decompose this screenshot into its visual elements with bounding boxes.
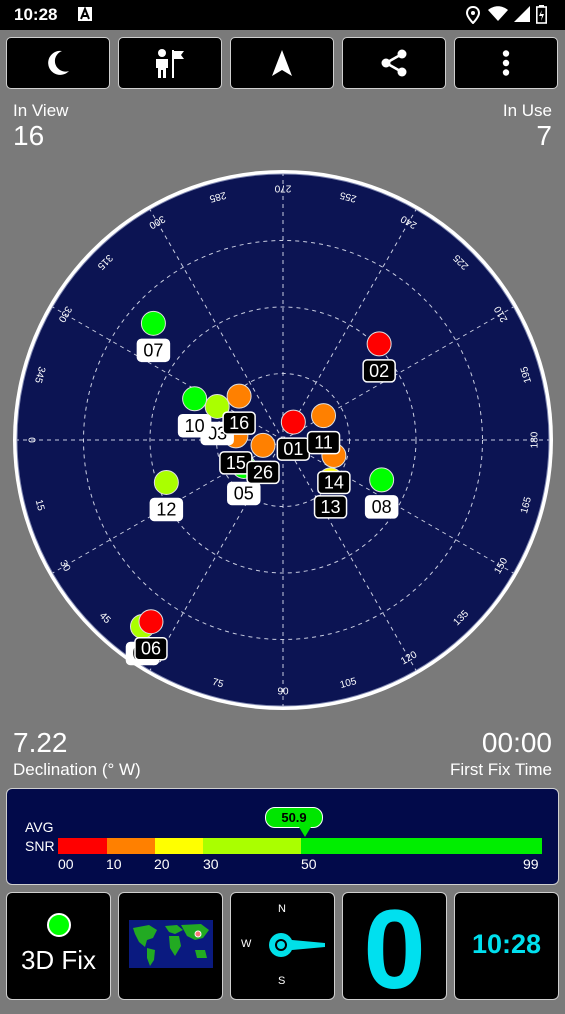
world-map-button[interactable] — [118, 892, 223, 1000]
azimuth-label: 0 — [25, 437, 36, 443]
satellite-id-label: 16 — [229, 413, 249, 433]
app-notification-icon — [78, 6, 92, 27]
in-use-value: 7 — [536, 120, 552, 151]
satellite-id-label: 14 — [324, 473, 344, 493]
satellite-id-label: 01 — [283, 439, 303, 459]
satellite-marker — [250, 432, 276, 458]
fix-status-button[interactable]: 3D Fix — [6, 892, 111, 1000]
navigation-arrow-icon — [272, 50, 292, 76]
in-view-label: In View — [13, 101, 69, 120]
clock-button[interactable]: 10:28 — [454, 892, 559, 1000]
azimuth-label: 180 — [530, 431, 541, 448]
in-view-value: 16 — [13, 120, 45, 151]
satellite-marker — [369, 467, 395, 493]
location-icon — [465, 5, 481, 29]
snr-tick-50: 50 — [301, 856, 317, 872]
compass-west-label: W — [241, 938, 252, 950]
compass-needle-icon — [269, 933, 325, 957]
declination-value: 7.22 — [13, 727, 68, 758]
more-options-button[interactable] — [454, 37, 558, 89]
satellite-id-label: 10 — [185, 416, 205, 436]
clock-value: 10:28 — [471, 929, 542, 959]
snr-average-badge: 50.9 — [265, 807, 323, 828]
fix-label: 3D Fix — [20, 945, 97, 975]
satellite-id-label: 26 — [253, 462, 273, 482]
declination-label: Declination (° W) — [13, 760, 141, 779]
satellite-id-label: 15 — [226, 453, 246, 473]
person-flag-icon — [156, 49, 184, 78]
satellite-id-label: 12 — [156, 499, 176, 519]
satellite-id-label: 02 — [369, 361, 389, 381]
share-button[interactable] — [342, 37, 446, 89]
satellite-marker — [280, 409, 306, 435]
moon-icon — [48, 50, 69, 75]
world-map-icon — [129, 920, 213, 968]
compass-north-label: N — [278, 903, 286, 915]
compass-button[interactable]: N S W — [230, 892, 335, 1000]
status-bar: 10:28 — [0, 0, 565, 30]
snr-pointer-icon — [299, 827, 311, 837]
battery-icon — [536, 5, 547, 29]
person-flag-button[interactable] — [118, 37, 222, 89]
more-vert-icon — [502, 50, 510, 76]
satellites-in-use-value: 0 — [363, 887, 426, 1012]
satellite-id-label: 08 — [372, 497, 392, 517]
share-icon — [381, 49, 407, 77]
night-mode-button[interactable] — [6, 37, 110, 89]
wifi-icon — [488, 6, 508, 27]
snr-tick-10: 10 — [106, 856, 122, 872]
satellite-marker — [182, 386, 208, 412]
satellite-id-label: 07 — [143, 340, 163, 360]
satellite-marker — [366, 331, 392, 357]
snr-tick-00: 00 — [58, 856, 74, 872]
snr-panel: AVG SNR 50.9 00 10 20 30 50 99 — [6, 788, 559, 885]
satellite-id-label: 06 — [141, 639, 161, 659]
sky-plot: 9010512013515016518019521022524025527028… — [13, 170, 553, 710]
snr-label: SNR — [25, 838, 55, 854]
compass-south-label: S — [278, 975, 286, 987]
satellite-id-label: 05 — [234, 483, 254, 503]
satellite-marker — [138, 609, 164, 635]
snr-tick-99: 99 — [523, 856, 539, 872]
satellite-id-label: 13 — [321, 497, 341, 517]
satellite-marker — [311, 403, 337, 429]
status-time: 10:28 — [14, 5, 58, 24]
first-fix-label: First Fix Time — [450, 760, 552, 779]
azimuth-label: 270 — [274, 182, 291, 193]
snr-scale-bar — [58, 838, 542, 854]
snr-tick-20: 20 — [154, 856, 170, 872]
satellite-id-label: 11 — [314, 433, 333, 453]
in-use-label: In Use — [502, 101, 552, 120]
snr-avg-label: AVG — [25, 819, 54, 835]
satellite-marker — [153, 469, 179, 495]
navigation-button[interactable] — [230, 37, 334, 89]
snr-tick-30: 30 — [203, 856, 219, 872]
azimuth-label: 90 — [277, 687, 289, 698]
satellite-marker — [140, 310, 166, 336]
signal-icon — [514, 6, 530, 27]
satellite-marker — [226, 383, 252, 409]
satellites-in-use-button[interactable]: 0 — [342, 887, 447, 1012]
fix-indicator-icon — [47, 913, 71, 937]
first-fix-value: 00:00 — [481, 727, 552, 758]
